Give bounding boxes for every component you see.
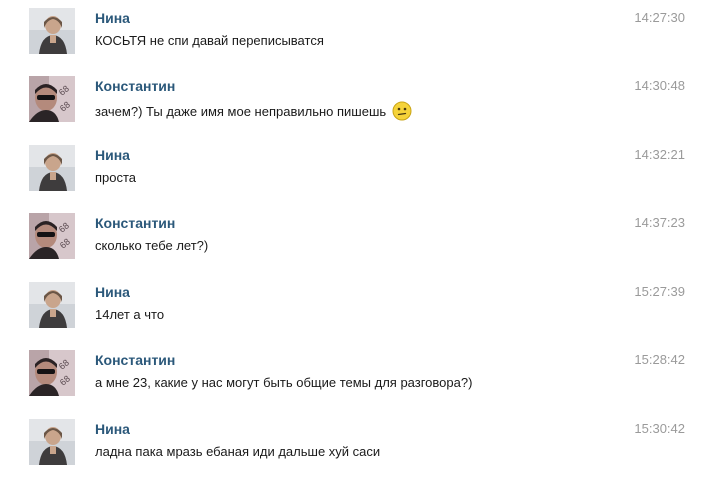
message-time: 14:37:23 (634, 215, 685, 230)
message-text-content: 14лет а что (95, 307, 165, 322)
message-text-content: ладна пака мразь ебаная иди дальше хуй с… (95, 444, 381, 459)
message-text: зачем?) Ты даже имя мое неправильно пише… (95, 101, 412, 121)
konstantin-avatar[interactable]: 68 68 (29, 350, 75, 396)
konstantin-avatar[interactable]: 68 68 (29, 76, 75, 122)
message-item: 68 68 Константин а мне 23, какие у нас м… (0, 342, 720, 410)
author-name[interactable]: Константин (95, 352, 175, 368)
message-text: 14лет а что (95, 307, 164, 322)
message-text-content: сколько тебе лет?) (95, 238, 209, 253)
message-item: Нина ладна пака мразь ебаная иди дальше … (0, 411, 720, 479)
nina-avatar[interactable] (29, 282, 75, 328)
message-history: Нина КОСЬТЯ не спи давай переписыватся 1… (0, 0, 720, 474)
message-text: КОСЬТЯ не спи давай переписыватся (95, 33, 324, 48)
message-text-content: КОСЬТЯ не спи давай переписыватся (95, 33, 324, 48)
message-time: 14:32:21 (634, 147, 685, 162)
message-item: 68 68 Константин сколько тебе лет?) 14:3… (0, 205, 720, 273)
message-text-content: а мне 23, какие у нас могут быть общие т… (95, 375, 473, 390)
author-name[interactable]: Нина (95, 147, 130, 163)
confused-smiley-icon (392, 101, 412, 121)
message-item: 68 68 Константин зачем?) Ты даже имя мое… (0, 68, 720, 136)
message-time: 15:27:39 (634, 284, 685, 299)
nina-avatar[interactable] (29, 419, 75, 465)
message-text: сколько тебе лет?) (95, 238, 208, 253)
message-text-content: зачем?) Ты даже имя мое неправильно пише… (95, 104, 387, 119)
message-text: а мне 23, какие у нас могут быть общие т… (95, 375, 472, 390)
author-name[interactable]: Нина (95, 421, 130, 437)
nina-avatar[interactable] (29, 145, 75, 191)
message-item: Нина КОСЬТЯ не спи давай переписыватся 1… (0, 0, 720, 68)
message-item: Нина 14лет а что 15:27:39 (0, 274, 720, 342)
message-text: проста (95, 170, 136, 185)
message-time: 14:27:30 (634, 10, 685, 25)
konstantin-avatar[interactable]: 68 68 (29, 213, 75, 259)
author-name[interactable]: Нина (95, 10, 130, 26)
author-name[interactable]: Нина (95, 284, 130, 300)
message-item: Нина проста 14:32:21 (0, 137, 720, 205)
message-time: 15:30:42 (634, 421, 685, 436)
message-text: ладна пака мразь ебаная иди дальше хуй с… (95, 444, 380, 459)
author-name[interactable]: Константин (95, 78, 175, 94)
author-name[interactable]: Константин (95, 215, 175, 231)
message-time: 15:28:42 (634, 352, 685, 367)
message-time: 14:30:48 (634, 78, 685, 93)
nina-avatar[interactable] (29, 8, 75, 54)
message-text-content: проста (95, 170, 137, 185)
